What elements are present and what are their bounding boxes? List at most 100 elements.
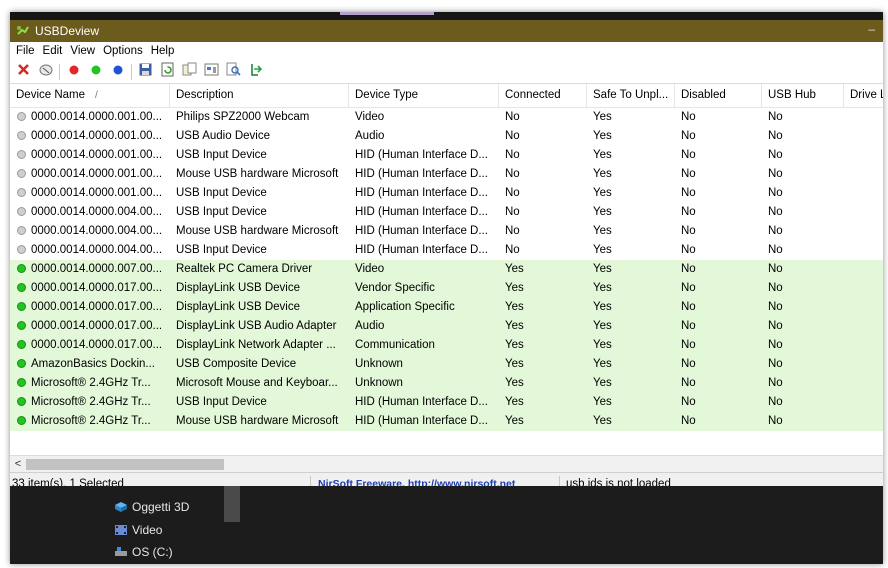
cell-description: Mouse USB hardware Microsoft <box>176 225 339 237</box>
table-row[interactable]: 0000.0014.0000.001.00... Mouse USB hardwa… <box>10 165 883 184</box>
cell-drive-letter <box>844 279 883 298</box>
menu-options[interactable]: Options <box>103 45 143 57</box>
table-row[interactable]: 0000.0014.0000.017.00... DisplayLink USB … <box>10 317 883 336</box>
table-row[interactable]: Microsoft® 2.4GHz Tr... USB Input Device H… <box>10 393 883 412</box>
cell-usb-hub: No <box>768 206 783 218</box>
cell-disabled: No <box>681 149 696 161</box>
menu-help[interactable]: Help <box>151 45 175 57</box>
sort-indicator-icon: / <box>95 90 98 101</box>
column-header-label: Disabled <box>681 89 726 101</box>
window-title: USBDeview <box>35 24 100 38</box>
cell-disabled: No <box>681 377 696 389</box>
find-button[interactable] <box>225 62 242 81</box>
properties-button[interactable] <box>203 63 220 81</box>
cell-usb-hub: No <box>768 225 783 237</box>
device-list[interactable]: Device Name / Description Device Type Connec… <box>10 84 883 455</box>
menu-file[interactable]: File <box>16 45 35 57</box>
cell-device-type: HID (Human Interface D... <box>355 244 488 256</box>
cell-device-type: Vendor Specific <box>355 282 435 294</box>
cell-safe-to-unplug: Yes <box>593 187 612 199</box>
table-row[interactable]: AmazonBasics Dockin... USB Composite Devi… <box>10 355 883 374</box>
table-row[interactable]: 0000.0014.0000.004.00... Mouse USB hardwa… <box>10 222 883 241</box>
menu-edit[interactable]: Edit <box>43 45 63 57</box>
menu-view[interactable]: View <box>70 45 95 57</box>
column-header-row: Device Name / Description Device Type Connec… <box>10 84 883 108</box>
uninstall-icon <box>38 62 54 83</box>
column-header-device-type[interactable]: Device Type <box>349 84 499 107</box>
cell-device-name: 0000.0014.0000.017.00... <box>31 301 163 313</box>
save-button[interactable] <box>137 63 154 81</box>
cell-drive-letter <box>844 336 883 355</box>
table-row[interactable]: 0000.0014.0000.017.00... DisplayLink USB … <box>10 298 883 317</box>
table-row[interactable]: Microsoft® 2.4GHz Tr... Microsoft Mouse a… <box>10 374 883 393</box>
cell-device-name: Microsoft® 2.4GHz Tr... <box>31 377 151 389</box>
cell-connected: Yes <box>505 263 524 275</box>
scroll-thumb[interactable] <box>26 459 224 470</box>
cell-device-type: Application Specific <box>355 301 455 313</box>
cell-drive-letter <box>844 184 883 203</box>
device-rows: 0000.0014.0000.001.00... Philips SPZ2000 … <box>10 108 883 431</box>
table-row[interactable]: 0000.0014.0000.017.00... DisplayLink Netw… <box>10 336 883 355</box>
cell-connected: Yes <box>505 320 524 332</box>
title-bar[interactable]: USBDeview – <box>10 20 883 42</box>
table-row[interactable]: 0000.0014.0000.007.00... Realtek PC Camer… <box>10 260 883 279</box>
scroll-left-arrow[interactable]: < <box>11 456 25 473</box>
column-header-description[interactable]: Description <box>170 84 349 107</box>
cell-usb-hub: No <box>768 244 783 256</box>
column-header-drive-letter[interactable]: Drive Le <box>844 84 883 107</box>
table-row[interactable]: 0000.0014.0000.017.00... DisplayLink USB … <box>10 279 883 298</box>
explorer-scrollbar[interactable] <box>224 486 240 522</box>
explorer-item-video[interactable]: Video <box>114 523 162 537</box>
cell-safe-to-unplug: Yes <box>593 396 612 408</box>
cell-usb-hub: No <box>768 187 783 199</box>
minimize-button[interactable]: – <box>868 22 875 36</box>
cell-safe-to-unplug: Yes <box>593 244 612 256</box>
table-row[interactable]: 0000.0014.0000.004.00... USB Input Device… <box>10 241 883 260</box>
column-header-device-name[interactable]: Device Name / <box>10 84 170 107</box>
toolbar-separator <box>131 64 132 80</box>
column-header-disabled[interactable]: Disabled <box>675 84 762 107</box>
cell-device-name: 0000.0014.0000.017.00... <box>31 282 163 294</box>
cell-device-type: Unknown <box>355 377 403 389</box>
table-row[interactable]: 0000.0014.0000.004.00... USB Input Device… <box>10 203 883 222</box>
cell-disabled: No <box>681 187 696 199</box>
column-header-safe-to-unplug[interactable]: Safe To Unpl... <box>587 84 675 107</box>
cell-disabled: No <box>681 358 696 370</box>
table-row[interactable]: Microsoft® 2.4GHz Tr... Mouse USB hardwar… <box>10 412 883 431</box>
cell-device-type: Audio <box>355 320 385 332</box>
cell-safe-to-unplug: Yes <box>593 415 612 427</box>
table-row[interactable]: 0000.0014.0000.001.00... USB Input Device… <box>10 146 883 165</box>
refresh-button[interactable] <box>159 62 176 81</box>
cell-device-name: 0000.0014.0000.001.00... <box>31 130 163 142</box>
horizontal-scrollbar[interactable]: < <box>10 455 883 473</box>
cell-disabled: No <box>681 168 696 180</box>
enable-device-green-button[interactable] <box>87 64 104 81</box>
cell-safe-to-unplug: Yes <box>593 339 612 351</box>
cell-disabled: No <box>681 301 696 313</box>
table-row[interactable]: 0000.0014.0000.001.00... USB Input Device… <box>10 184 883 203</box>
cell-drive-letter <box>844 374 883 393</box>
table-row[interactable]: 0000.0014.0000.001.00... USB Audio Device… <box>10 127 883 146</box>
column-header-label: Safe To Unpl... <box>593 89 669 101</box>
cell-device-name: Microsoft® 2.4GHz Tr... <box>31 396 151 408</box>
video-folder-icon <box>114 524 128 536</box>
usbdeview-app-icon <box>16 24 30 38</box>
cell-drive-letter <box>844 165 883 184</box>
cell-connected: Yes <box>505 415 524 427</box>
explorer-item-3d-objects[interactable]: Oggetti 3D <box>114 500 189 514</box>
cell-device-name: 0000.0014.0000.004.00... <box>31 206 163 218</box>
cell-description: DisplayLink USB Device <box>176 301 300 313</box>
connect-device-blue-button[interactable] <box>109 64 126 81</box>
column-header-connected[interactable]: Connected <box>499 84 587 107</box>
cell-description: USB Input Device <box>176 187 267 199</box>
table-row[interactable]: 0000.0014.0000.001.00... Philips SPZ2000 … <box>10 108 883 127</box>
cell-drive-letter <box>844 317 883 336</box>
cell-device-type: HID (Human Interface D... <box>355 396 488 408</box>
exit-button[interactable] <box>247 64 264 81</box>
copy-button[interactable] <box>181 62 198 81</box>
disable-device-red-button[interactable] <box>65 64 82 81</box>
uninstall-button[interactable] <box>37 64 54 81</box>
column-header-usb-hub[interactable]: USB Hub <box>762 84 844 107</box>
explorer-item-drive-c[interactable]: OS (C:) <box>114 545 173 559</box>
close-x-button[interactable] <box>15 64 32 81</box>
